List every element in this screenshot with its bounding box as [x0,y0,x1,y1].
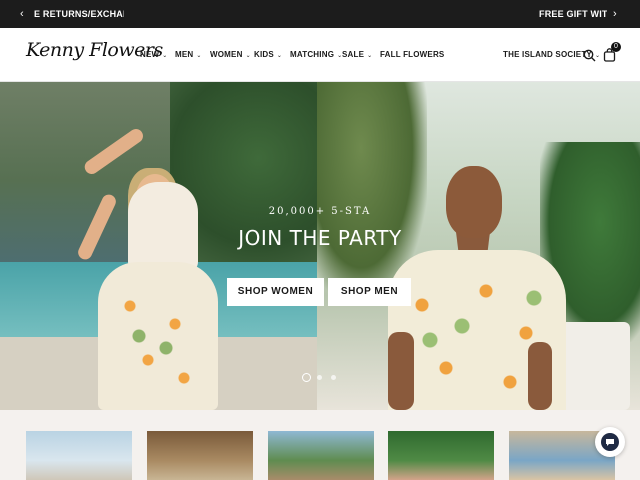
nav-label: WOMEN [210,50,243,59]
announcement-prev-icon[interactable]: ‹ [20,0,24,28]
category-thumbnail[interactable] [26,431,132,480]
chevron-down-icon: ⌄ [276,53,283,59]
announcement-next-icon[interactable]: › [613,0,617,28]
chat-icon [601,433,619,451]
nav-label: MEN [175,50,194,59]
category-thumbnail[interactable] [268,431,374,480]
announcement-message[interactable]: E RETURNS/EXCHANGES [34,0,124,28]
announcement-bar: ‹ E RETURNS/EXCHANGES FREE GIFT WITH YOU… [0,0,640,28]
model-arm-man [388,332,414,410]
chat-button[interactable] [595,427,625,457]
slide-dot-2[interactable] [317,375,322,380]
search-icon [583,49,596,61]
hero-cushion [560,322,630,410]
category-thumbnail[interactable] [388,431,494,480]
slide-dot-1[interactable] [302,373,311,382]
nav-label: FALL FLOWERS [380,50,445,59]
nav-label: MATCHING [290,50,335,59]
nav-item-fall-flowers[interactable]: FALL FLOWERS [380,28,444,82]
shop-men-button[interactable]: SHOP MEN [328,278,411,306]
hero-banner[interactable]: 20,000+ 5-STA JOIN THE PARTY SHOP WOMEN … [0,82,640,410]
slide-indicators [0,372,640,384]
announcement-message-next[interactable]: FREE GIFT WITH YOUR [539,0,607,28]
cart-button[interactable] [603,28,616,82]
category-strip [0,410,640,480]
chevron-down-icon: ⌄ [367,53,373,59]
nav-item-men[interactable]: MEN ⌄ [175,28,202,82]
hero-subtitle: 20,000+ 5-STA [268,206,372,217]
nav-item-sale[interactable]: SALE ⌄ [342,28,372,82]
nav-label: SALE [342,50,365,59]
search-button[interactable] [583,28,596,82]
chevron-down-icon: ⌄ [162,53,168,59]
slide-dot-3[interactable] [331,375,336,380]
nav-label: KIDS [254,50,274,59]
shop-women-button[interactable]: SHOP WOMEN [227,278,324,306]
chevron-down-icon: ⌄ [245,53,251,59]
cart-count-badge: 0 [611,42,621,52]
hero-title: JOIN THE PARTY [238,226,402,250]
chevron-down-icon: ⌄ [196,53,202,59]
nav-item-new[interactable]: NEW ⌄ [140,28,168,82]
nav-label: NEW [140,50,160,59]
nav-item-kids[interactable]: KIDS ⌄ [254,28,282,82]
nav-item-matching[interactable]: MATCHING ⌄ [290,28,342,82]
category-thumbnail[interactable] [147,431,253,480]
model-dress [98,262,218,410]
site-header: Kenny Flowers NEW ⌄ MEN ⌄ WOMEN ⌄ KIDS ⌄ MAT… [0,28,640,82]
island-society-label: THE ISLAND SOCIETY [503,50,592,59]
nav-item-women[interactable]: WOMEN ⌄ [210,28,251,82]
